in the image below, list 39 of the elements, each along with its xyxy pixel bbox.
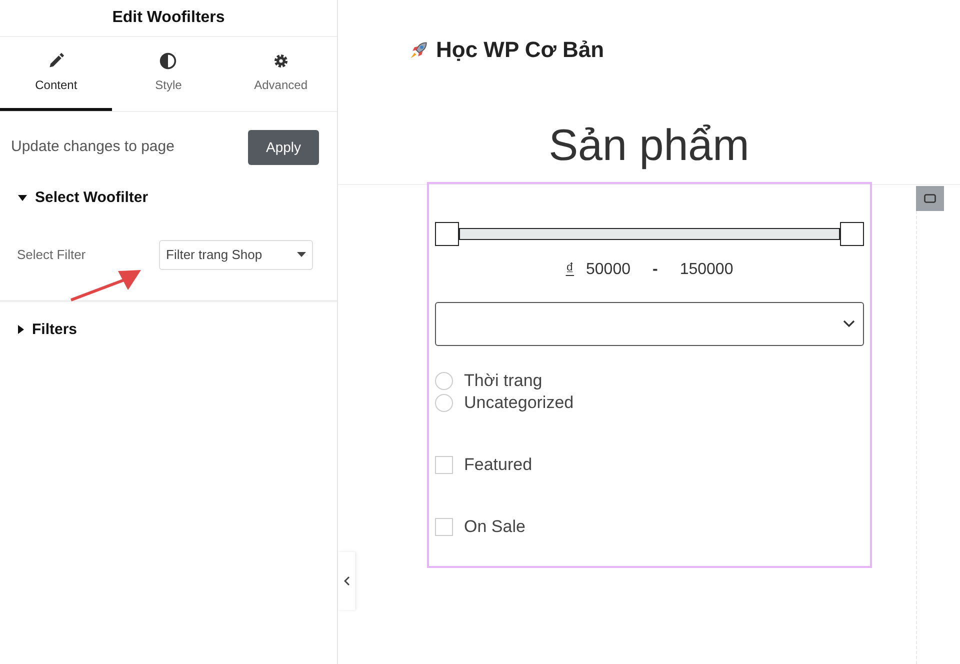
range-handle[interactable] <box>435 222 459 246</box>
checkbox[interactable] <box>435 518 453 536</box>
widget-handle[interactable] <box>916 186 944 211</box>
checkbox[interactable] <box>435 456 453 474</box>
radio-button[interactable] <box>435 372 453 390</box>
collapse-panel-button[interactable] <box>338 552 355 610</box>
caret-right-icon <box>18 325 24 334</box>
tab[interactable]: Content <box>0 37 112 111</box>
range-separator: - <box>652 260 658 280</box>
update-text: Update changes to page <box>11 137 174 158</box>
option-label: Thời trang <box>464 370 542 392</box>
caret-down-icon <box>297 252 306 257</box>
option-label: On Sale <box>464 516 526 538</box>
min-price: 50000 <box>586 260 630 280</box>
pencil-icon <box>47 52 66 70</box>
chevron-left-icon <box>344 576 350 586</box>
dropdown-field[interactable] <box>435 302 864 346</box>
tab[interactable]: Advanced <box>224 37 337 111</box>
currency-symbol: ₫ <box>566 260 574 280</box>
caret-down-icon <box>18 195 27 202</box>
option-label: Uncategorized <box>464 392 574 414</box>
site-title[interactable]: Học WP Cơ Bản <box>436 33 604 66</box>
panel-title: Edit Woofilters <box>112 8 225 28</box>
field-label: Select Filter <box>17 246 86 264</box>
section-header[interactable]: Filters <box>0 318 96 341</box>
option-label: Featured <box>464 454 532 476</box>
max-price: 150000 <box>680 260 734 280</box>
page-heading: Sản phẩm <box>548 120 750 172</box>
filter-select[interactable]: Filter trang Shop <box>159 240 313 270</box>
tab[interactable]: Style <box>112 37 225 111</box>
settings-icon <box>272 52 290 70</box>
half-circle-icon <box>159 52 178 70</box>
chevron-down-icon <box>843 320 855 328</box>
range-handle[interactable] <box>840 222 864 246</box>
radio-button[interactable] <box>435 394 453 412</box>
arrow-drawing <box>70 268 142 302</box>
section-header[interactable]: Select Woofilter <box>0 187 166 210</box>
rectangle-icon <box>924 194 936 203</box>
apply-button[interactable]: Apply <box>248 130 319 165</box>
